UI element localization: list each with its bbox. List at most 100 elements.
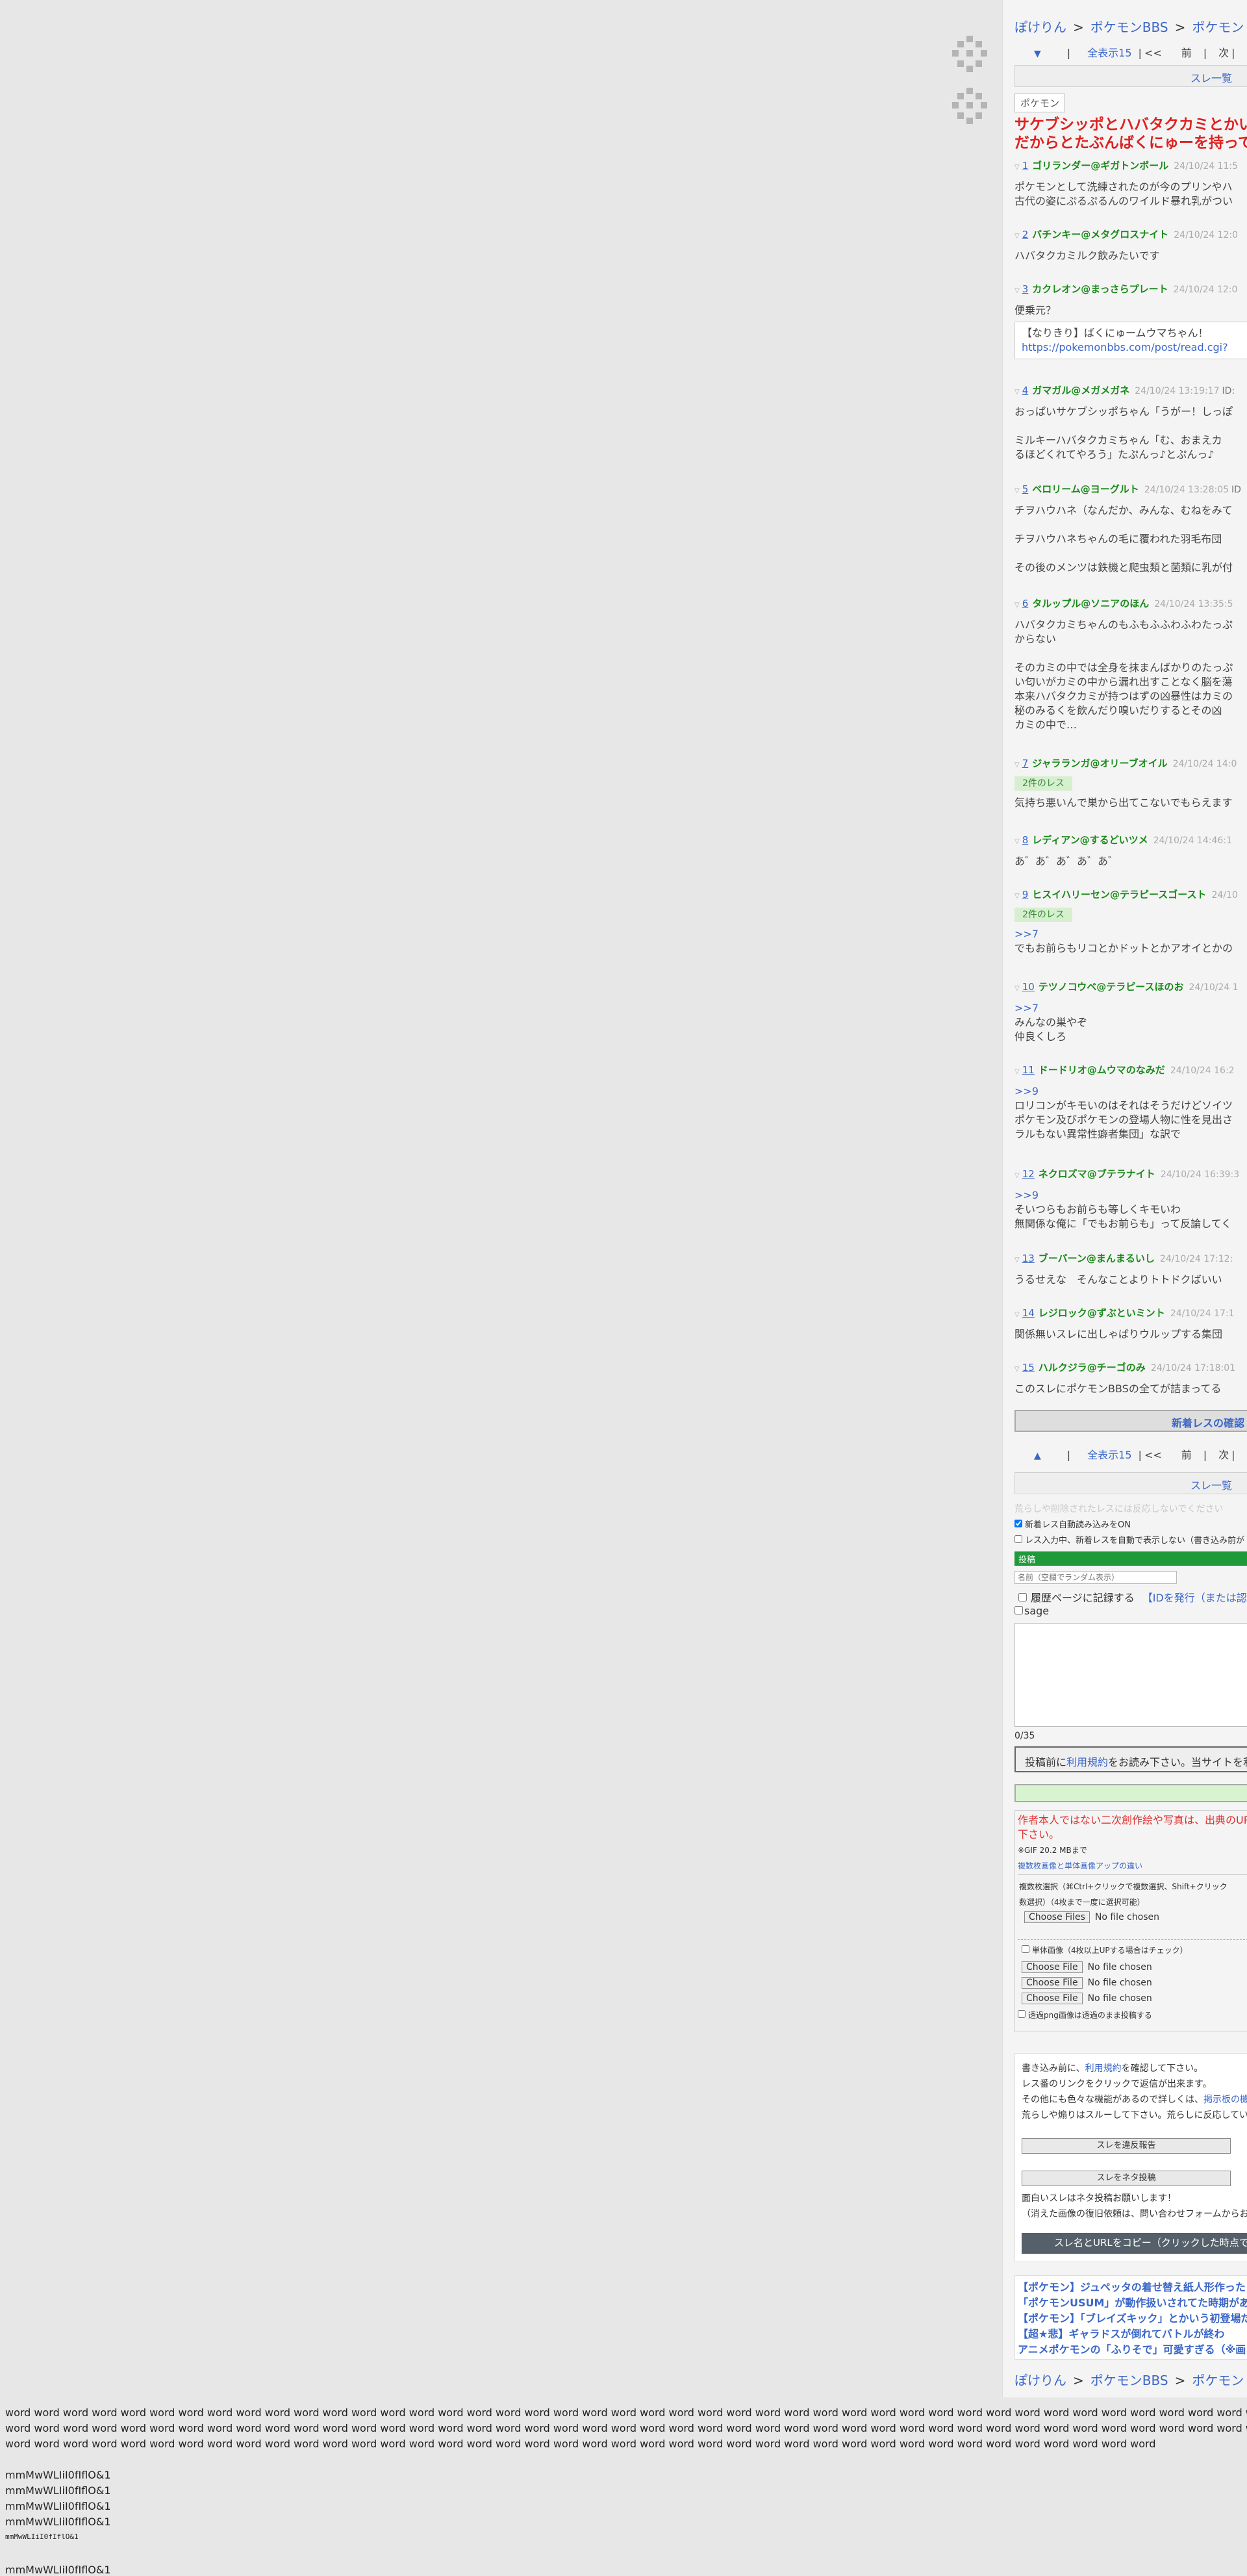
collapse-icon[interactable]: ▽ xyxy=(1014,602,1020,609)
collapse-icon[interactable]: ▽ xyxy=(1014,761,1020,769)
res-date: 24/10 xyxy=(1211,890,1238,900)
res-number-link[interactable]: 10 xyxy=(1022,981,1035,993)
reply-anchor-link[interactable]: >>9 xyxy=(1014,1084,1247,1099)
thread-list-bar[interactable]: スレ一覧 xyxy=(1014,1472,1247,1494)
res-post: ▽ 14 レジロック@ずぶといミント 24/10/24 17:1 関係無いスレに出しゃば… xyxy=(1014,1306,1247,1342)
related-thread-link[interactable]: 【ポケモン】ジュペッタの着せ替え紙人形作った xyxy=(1018,2281,1246,2293)
thread-list-bar[interactable]: スレ一覧 xyxy=(1014,65,1247,87)
category-tag[interactable]: ポケモン xyxy=(1014,94,1066,112)
multi-image-diff-link[interactable]: 複数枚画像と単体画像アップの違い xyxy=(1018,1860,1142,1871)
terms-link[interactable]: 利用規約 xyxy=(1085,2063,1122,2074)
no-auto-display-checkbox[interactable] xyxy=(1014,1535,1022,1543)
collapse-icon[interactable]: ▽ xyxy=(1014,985,1020,992)
res-line: ミルキーハバタクカミちゃん「む、おまえカ xyxy=(1014,434,1222,446)
res-number-link[interactable]: 5 xyxy=(1022,483,1029,495)
res-number-link[interactable]: 7 xyxy=(1022,758,1029,769)
first-page-link[interactable]: << xyxy=(1144,47,1162,59)
choose-file-button-3[interactable]: Choose File xyxy=(1022,1993,1083,2004)
res-header: ▽ 8 レディアン@するどいツメ 24/10/24 14:46:1 xyxy=(1014,833,1247,849)
breadcrumb-home-link[interactable]: ぽけりん xyxy=(1014,19,1066,35)
collapse-icon[interactable]: ▽ xyxy=(1014,1366,1020,1373)
collapse-icon[interactable]: ▽ xyxy=(1014,233,1020,240)
res-number-link[interactable]: 8 xyxy=(1022,834,1029,846)
reply-anchor-link[interactable]: >>7 xyxy=(1014,1001,1247,1015)
res-number-link[interactable]: 15 xyxy=(1022,1362,1035,1373)
collapse-icon[interactable]: ▽ xyxy=(1014,1256,1020,1264)
show-all-link[interactable]: 全表示15 xyxy=(1087,1449,1131,1461)
history-checkbox[interactable] xyxy=(1018,1593,1027,1601)
auto-load-checkbox[interactable] xyxy=(1014,1520,1022,1527)
word-line: word word word word word word word word … xyxy=(5,2422,1247,2434)
scroll-up-icon[interactable]: ▲ xyxy=(1034,1451,1041,1461)
neta-post-button[interactable]: スレをネタ投稿 xyxy=(1022,2171,1231,2186)
res-number-link[interactable]: 14 xyxy=(1022,1307,1035,1319)
choose-file-button-2[interactable]: Choose File xyxy=(1022,1977,1083,1989)
next-page-link[interactable]: 次 xyxy=(1218,1449,1229,1461)
res-date: 24/10/24 12:0 xyxy=(1174,230,1239,240)
res-post: ▽ 2 バチンキー@メタグロスナイト 24/10/24 12:0 ハバタクカミルク飲みた… xyxy=(1014,227,1247,263)
related-thread-link[interactable]: 「ポケモンUSUM」が動作扱いされてた時期があ xyxy=(1018,2297,1247,2309)
terms-link[interactable]: 利用規約 xyxy=(1066,1756,1108,1768)
name-input[interactable] xyxy=(1014,1571,1177,1584)
res-date: 24/10/24 1 xyxy=(1189,982,1239,993)
res-number-link[interactable]: 9 xyxy=(1022,889,1029,900)
res-header: ▽ 9 ヒスイハリーセン@テラピースゴースト 24/10 xyxy=(1014,887,1247,904)
res-number-link[interactable]: 6 xyxy=(1022,598,1029,609)
choose-files-button[interactable]: Choose Files xyxy=(1024,1911,1090,1923)
terms-confirm-box[interactable]: 投稿前に利用規約をお読み下さい。当サイトを利 xyxy=(1014,1746,1247,1772)
next-page-link[interactable]: 次 xyxy=(1218,47,1229,59)
related-thread-link[interactable]: 【ポケモン】「ブレイズキック」とかいう初登場だ xyxy=(1018,2312,1247,2325)
thread-list-link[interactable]: スレ一覧 xyxy=(1190,70,1232,85)
res-number-link[interactable]: 12 xyxy=(1022,1168,1035,1180)
quoted-url-link[interactable]: https://pokemonbbs.com/post/read.cgi? xyxy=(1022,340,1247,355)
quoted-link-card[interactable]: 【なりきり】ばくにゅームウマちゃん！ https://pokemonbbs.com… xyxy=(1014,322,1247,359)
res-number-link[interactable]: 2 xyxy=(1022,229,1029,240)
collapse-icon[interactable]: ▽ xyxy=(1014,287,1020,294)
res-line xyxy=(1014,646,1247,661)
collapse-icon[interactable]: ▽ xyxy=(1014,1172,1020,1179)
single-image-checkbox[interactable] xyxy=(1022,1945,1029,1953)
res-number-link[interactable]: 3 xyxy=(1022,283,1029,295)
reply-anchor-link[interactable]: >>7 xyxy=(1014,927,1247,941)
res-body: ハバタクカミルク飲みたいです xyxy=(1014,249,1247,263)
collapse-icon[interactable]: ▽ xyxy=(1014,893,1020,900)
reply-count-badge[interactable]: 2件のレス xyxy=(1014,908,1072,922)
message-textarea[interactable] xyxy=(1014,1623,1247,1727)
res-body: >>7 みんなの巣やぞ 仲良くしろ xyxy=(1014,1001,1247,1044)
thread-list-link[interactable]: スレ一覧 xyxy=(1190,1477,1232,1492)
res-number-link[interactable]: 4 xyxy=(1022,385,1029,396)
prev-page-link[interactable]: 前 xyxy=(1181,47,1192,59)
bbs-features-link[interactable]: 掲示板の機能 xyxy=(1203,2095,1247,2105)
res-post: ▽ 3 カクレオン@まっさらプレート 24/10/24 12:0 便乗元？ 【なりきり】ば… xyxy=(1014,282,1247,359)
collapse-icon[interactable]: ▽ xyxy=(1014,164,1020,171)
breadcrumb-bbs-link[interactable]: ポケモンBBS xyxy=(1090,19,1168,35)
reply-anchor-link[interactable]: >>9 xyxy=(1014,1188,1247,1203)
sage-checkbox[interactable] xyxy=(1014,1606,1023,1614)
show-all-link[interactable]: 全表示15 xyxy=(1087,47,1131,59)
res-number-link[interactable]: 11 xyxy=(1022,1064,1035,1076)
transparent-png-checkbox[interactable] xyxy=(1018,2010,1026,2018)
breadcrumb-bbs-link[interactable]: ポケモンBBS xyxy=(1090,2373,1168,2388)
res-number-link[interactable]: 13 xyxy=(1022,1253,1035,1264)
first-page-link[interactable]: << xyxy=(1144,1449,1162,1461)
breadcrumb-category-link[interactable]: ポケモン xyxy=(1192,2373,1244,2388)
scroll-down-icon[interactable]: ▼ xyxy=(1034,49,1041,59)
issue-id-link[interactable]: 【IDを発行（または認証 xyxy=(1142,1592,1247,1604)
collapse-icon[interactable]: ▽ xyxy=(1014,838,1020,845)
collapse-icon[interactable]: ▽ xyxy=(1014,389,1020,396)
related-thread-link[interactable]: 【超★悲】ギャラドスが倒れてバトルが終わ xyxy=(1018,2328,1224,2340)
submit-button[interactable] xyxy=(1014,1784,1247,1802)
prev-page-link[interactable]: 前 xyxy=(1181,1449,1192,1461)
related-thread-link[interactable]: アニメポケモンの「ふりそで」可愛すぎる（※画 xyxy=(1018,2343,1246,2356)
copy-title-url-button[interactable]: スレ名とURLをコピー（クリックした時点で xyxy=(1022,2233,1247,2254)
new-res-check-button[interactable]: 新着レスの確認 xyxy=(1014,1410,1247,1432)
collapse-icon[interactable]: ▽ xyxy=(1014,1068,1020,1075)
breadcrumb-home-link[interactable]: ぽけりん xyxy=(1014,2373,1066,2388)
breadcrumb-category-link[interactable]: ポケモン xyxy=(1192,19,1244,35)
collapse-icon[interactable]: ▽ xyxy=(1014,1311,1020,1318)
report-thread-button[interactable]: スレを違反報告 xyxy=(1022,2138,1231,2154)
res-number-link[interactable]: 1 xyxy=(1022,160,1029,172)
choose-file-button-1[interactable]: Choose File xyxy=(1022,1961,1083,1973)
collapse-icon[interactable]: ▽ xyxy=(1014,487,1020,494)
reply-count-badge[interactable]: 2件のレス xyxy=(1014,776,1072,791)
